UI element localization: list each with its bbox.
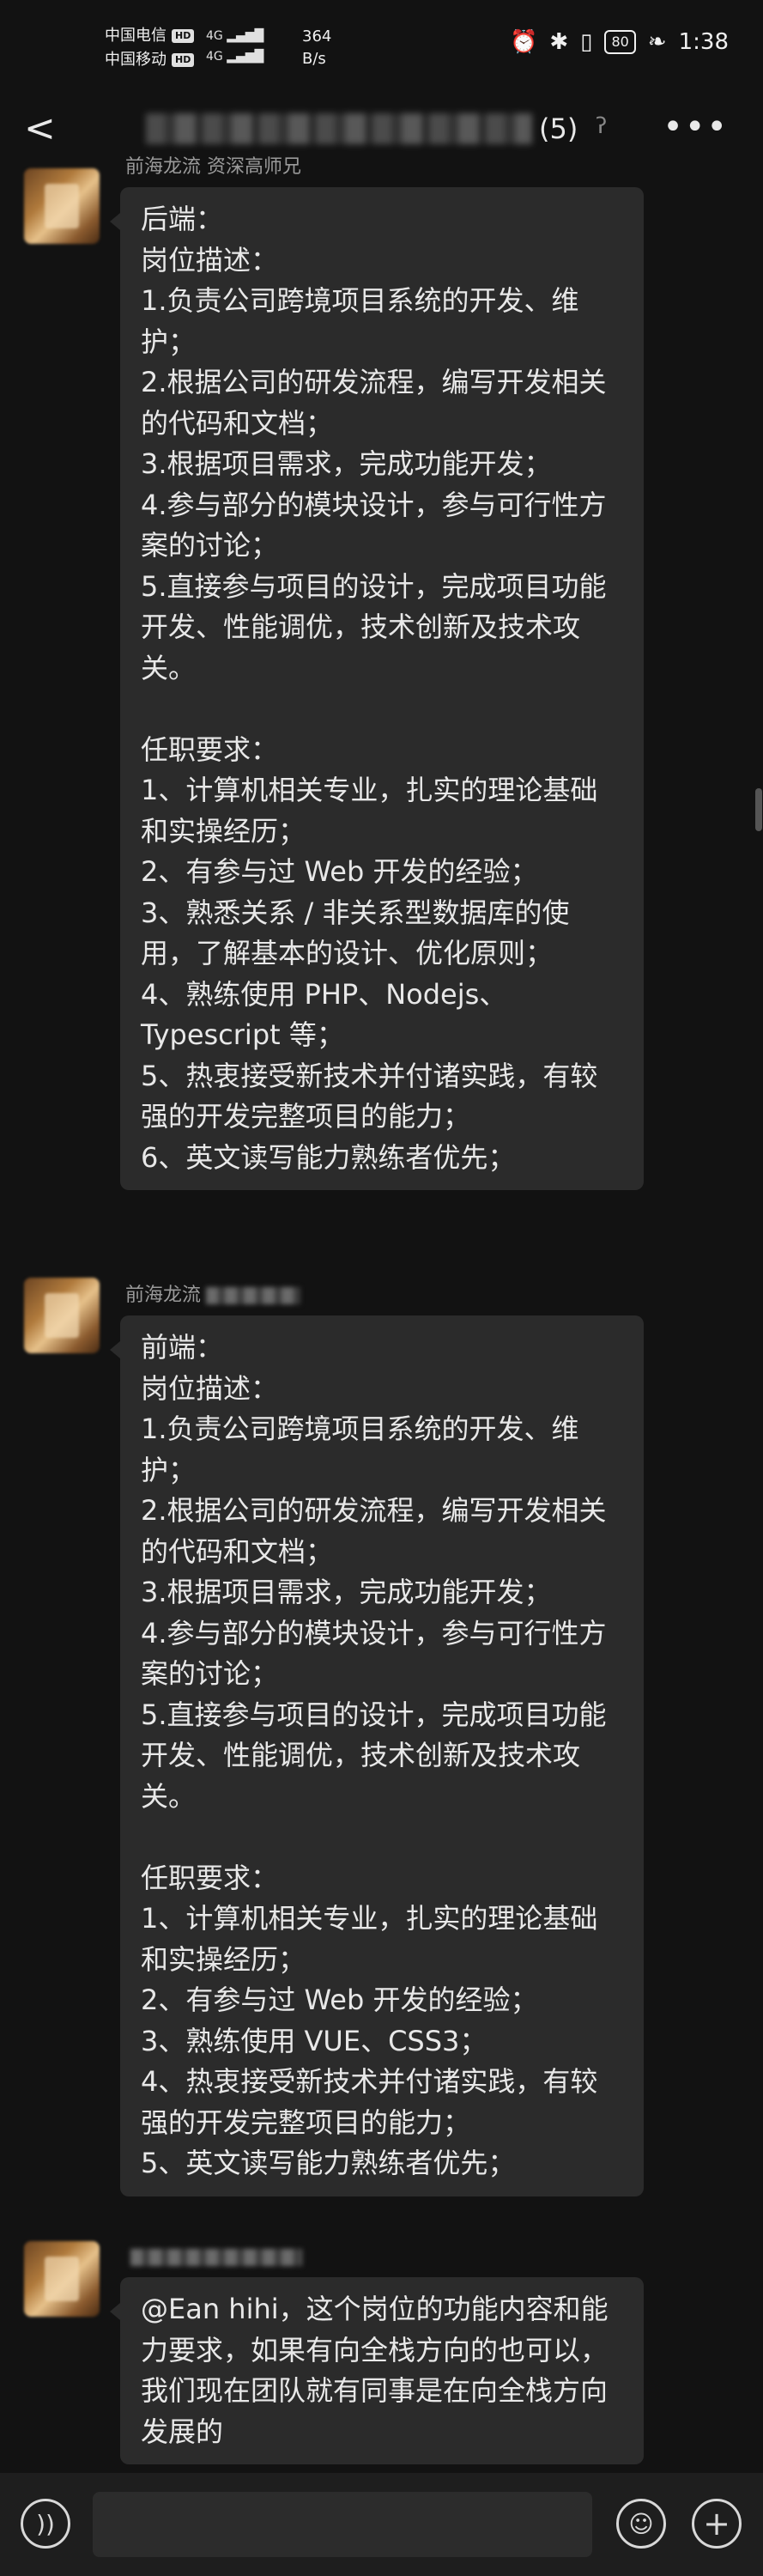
input-bar: )) ☺ + [0,2473,763,2576]
avatar[interactable] [24,168,100,244]
back-button[interactable]: < [24,105,56,153]
sender-name-text: 前海龙流 资深高师兄 [125,156,301,178]
sender-name-blur [130,2249,302,2266]
chat-title [146,113,532,144]
carrier-2: 中国移动 [105,51,167,69]
plus-icon[interactable]: + [692,2499,742,2549]
message-bubble[interactable]: 前端： 岗位描述： 1.负责公司跨境项目系统的开发、维护； 2.根据公司的研发流… [110,1315,644,2196]
carrier-info: 中国电信 HD 中国移动 HD [105,24,195,72]
battery-icon: 80 [604,30,636,54]
network-type-2: 4G [206,50,223,64]
voice-icon[interactable]: )) [21,2499,70,2549]
hd-badge: HD [172,53,195,67]
sender-name-text: 前海龙流 [125,1285,202,1306]
bluetooth-icon: ✱ [549,29,569,55]
alarm-icon: ⏰ [509,29,538,55]
message-bubble[interactable]: @Ean hihi，这个岗位的功能内容和能力要求，如果有向全栈方向的也可以，我们… [110,2277,644,2464]
sender-name: 前海龙流 [125,1283,301,1309]
avatar[interactable] [24,1278,100,1353]
chat-header: < (5) ʔ ••• [0,94,763,163]
carrier-1: 中国电信 [105,27,167,45]
sender-name: 前海龙流 资深高师兄 [125,155,301,180]
sender-name [125,2245,302,2270]
member-count: (5) [539,112,578,145]
ear-icon: ʔ [596,113,608,139]
signal-icon: ▂▄▆█ [227,29,264,43]
sender-name-blur [206,1287,301,1304]
hd-badge: HD [172,29,195,43]
more-button[interactable]: ••• [663,103,729,151]
speed-value: 364 [302,27,332,46]
network-indicator: 4G ▂▄▆█ 4G ▂▄▆█ [206,26,263,67]
emoji-icon[interactable]: ☺ [616,2499,666,2549]
status-icons: ⏰ ✱ ▯ 80 ❧ 1:38 [510,29,729,55]
network-speed: 364 B/s [302,26,331,70]
vibrate-icon: ▯ [580,29,593,55]
message-bubble[interactable]: 后端： 岗位描述： 1.负责公司跨境项目系统的开发、维护； 2.根据公司的研发流… [110,187,644,1190]
signal-icon: ▂▄▆█ [227,50,264,64]
clock-time: 1:38 [678,29,729,55]
network-type-1: 4G [206,29,223,43]
scrollbar[interactable] [755,788,762,831]
speed-unit: B/s [302,50,326,68]
avatar[interactable] [24,2241,100,2317]
leaf-icon: ❧ [647,29,667,55]
message-input[interactable] [93,2492,592,2557]
status-bar: 中国电信 HD 中国移动 HD 4G ▂▄▆█ 4G ▂▄▆█ 364 B/s ⏰ … [0,0,763,94]
